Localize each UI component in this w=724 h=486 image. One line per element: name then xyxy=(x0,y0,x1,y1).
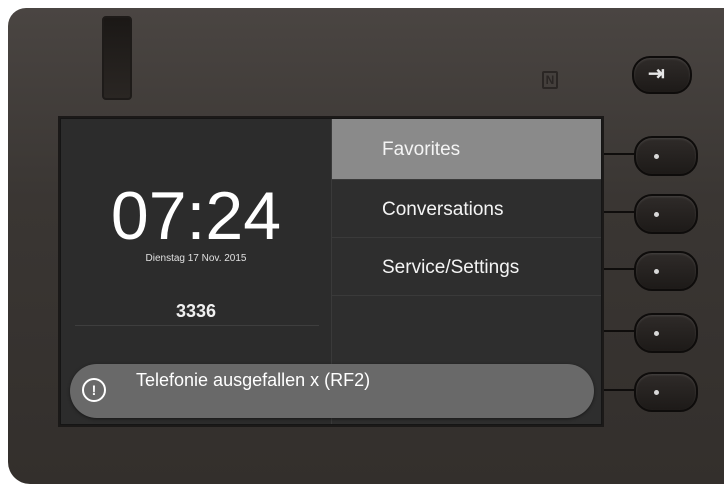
softkey-3-button[interactable] xyxy=(634,251,698,291)
softkey-dot-icon xyxy=(654,269,659,274)
softkey-connector xyxy=(598,211,638,213)
softkey-1-button[interactable] xyxy=(634,136,698,176)
softkey-connector xyxy=(598,268,638,270)
alert-circle-icon: ! xyxy=(82,378,106,402)
softkey-2-button[interactable] xyxy=(634,194,698,234)
softkey-dot-icon xyxy=(654,212,659,217)
softkey-5-button[interactable] xyxy=(634,372,698,412)
handset-slot xyxy=(102,16,132,100)
divider xyxy=(75,325,319,326)
softkey-dot-icon xyxy=(654,154,659,159)
menu-item-service-settings[interactable]: Service/Settings xyxy=(332,239,601,296)
menu-item-favorites[interactable]: Favorites xyxy=(332,119,601,180)
menu-item-conversations[interactable]: Conversations xyxy=(332,181,601,238)
notification-text: Telefonie ausgefallen x (RF2) xyxy=(136,370,371,390)
notification-toast[interactable]: ! Telefonie ausgefallen x (RF2) xyxy=(70,364,594,418)
softkey-dot-icon xyxy=(654,331,659,336)
softkey-connector xyxy=(598,330,638,332)
logout-icon: ⇥ xyxy=(648,63,665,85)
logout-button[interactable]: ⇥ xyxy=(632,56,692,94)
softkey-dot-icon xyxy=(654,390,659,395)
clock: 07:24 xyxy=(110,178,282,254)
softkey-4-button[interactable] xyxy=(634,313,698,353)
date-label: Dienstag 17 Nov. 2015 xyxy=(145,253,247,264)
softkey-connector xyxy=(598,389,638,391)
nfc-icon: N xyxy=(541,70,559,90)
own-extension: 3336 xyxy=(175,301,217,321)
softkey-connector xyxy=(598,153,638,155)
